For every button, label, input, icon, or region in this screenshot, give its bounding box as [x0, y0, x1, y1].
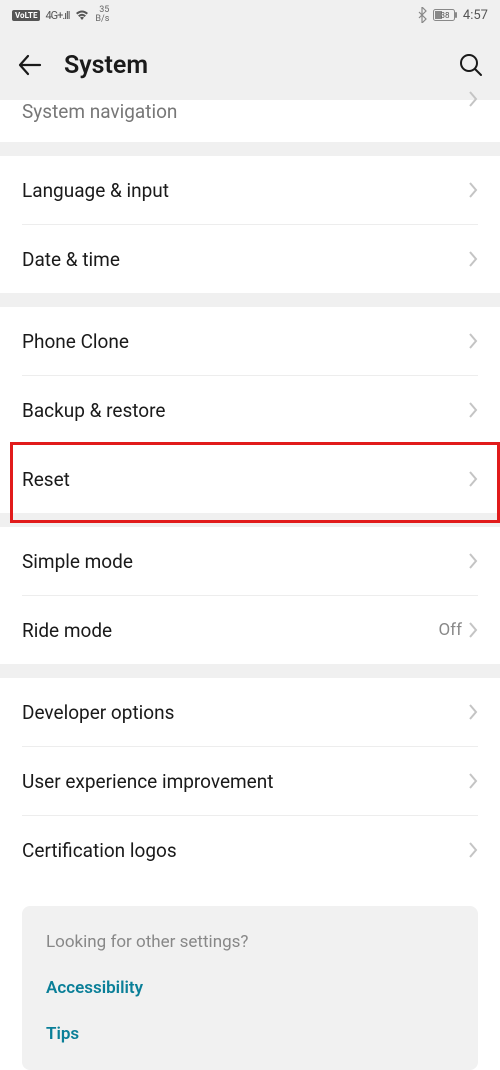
chevron-right-icon [468, 181, 478, 199]
page-title: System [64, 51, 148, 80]
row-user-experience[interactable]: User experience improvement [0, 747, 500, 815]
svg-text:38: 38 [440, 11, 449, 20]
row-ride-mode[interactable]: Ride mode Off [0, 596, 500, 664]
battery-indicator: 38 [433, 9, 457, 21]
link-accessibility[interactable]: Accessibility [46, 978, 454, 998]
chevron-right-icon [468, 703, 478, 721]
row-label: Backup & restore [22, 399, 165, 422]
chevron-right-icon [468, 90, 478, 108]
row-label: Date & time [22, 248, 120, 271]
search-button[interactable] [444, 45, 484, 85]
row-value: Off [438, 620, 462, 640]
row-developer-options[interactable]: Developer options [0, 678, 500, 746]
other-settings-title: Looking for other settings? [46, 932, 454, 952]
row-label: System navigation [22, 100, 177, 123]
chevron-right-icon [468, 552, 478, 570]
clock: 4:57 [463, 8, 488, 23]
chevron-right-icon [468, 401, 478, 419]
row-reset[interactable]: Reset [0, 445, 500, 513]
highlight-box [10, 442, 500, 523]
row-simple-mode[interactable]: Simple mode [0, 527, 500, 595]
signal-icon: 4G+.ıll [45, 9, 69, 22]
bluetooth-icon [417, 7, 427, 23]
row-label: Simple mode [22, 550, 133, 573]
row-backup-restore[interactable]: Backup & restore [0, 376, 500, 444]
row-label: Certification logos [22, 839, 177, 862]
net-speed: 35 B/s [95, 6, 109, 24]
row-label: Ride mode [22, 619, 112, 642]
row-label: Developer options [22, 701, 174, 724]
back-button[interactable] [16, 45, 56, 85]
row-label: Reset [22, 468, 70, 491]
row-date-time[interactable]: Date & time [0, 225, 500, 293]
app-header: System [0, 30, 500, 100]
chevron-right-icon [468, 772, 478, 790]
row-phone-clone[interactable]: Phone Clone [0, 307, 500, 375]
chevron-right-icon [468, 332, 478, 350]
row-label: User experience improvement [22, 770, 273, 793]
link-tips[interactable]: Tips [46, 1024, 454, 1044]
row-label: Language & input [22, 179, 169, 202]
other-settings-card: Looking for other settings? Accessibilit… [22, 906, 478, 1070]
chevron-right-icon [468, 621, 478, 639]
row-language-input[interactable]: Language & input [0, 156, 500, 224]
wifi-icon [74, 9, 90, 21]
chevron-right-icon [468, 250, 478, 268]
row-system-navigation[interactable]: System navigation [0, 100, 500, 142]
row-certification-logos[interactable]: Certification logos [0, 816, 500, 884]
chevron-right-icon [468, 470, 478, 488]
volte-badge: VoLTE [12, 10, 40, 21]
status-bar: VoLTE 4G+.ıll 35 B/s 38 4:57 [0, 0, 500, 30]
row-label: Phone Clone [22, 330, 129, 353]
chevron-right-icon [468, 841, 478, 859]
